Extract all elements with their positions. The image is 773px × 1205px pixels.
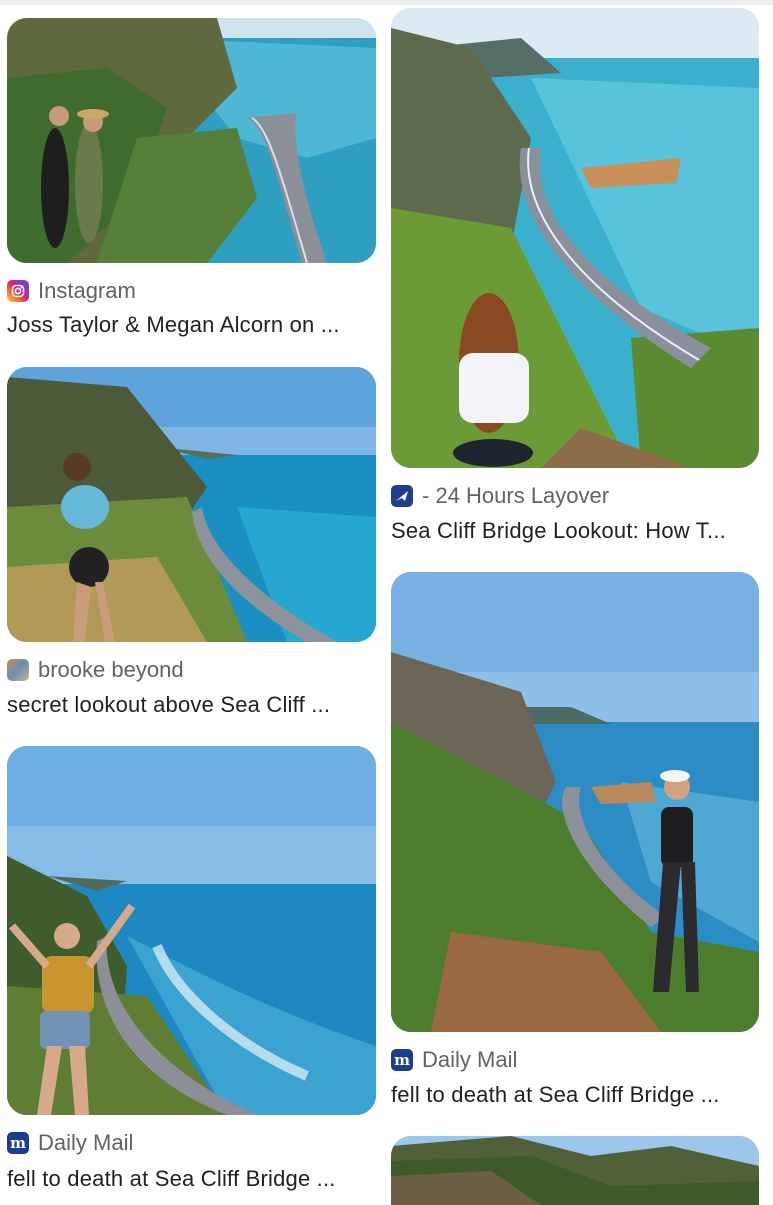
- result-title[interactable]: fell to death at Sea Cliff Bridge ...: [7, 1166, 376, 1192]
- result-title[interactable]: fell to death at Sea Cliff Bridge ...: [391, 1082, 759, 1108]
- brooke-beyond-avatar-icon: [7, 659, 29, 681]
- source-name: brooke beyond: [38, 657, 184, 682]
- image-result-card[interactable]: brooke beyond secret lookout above Sea C…: [7, 367, 376, 717]
- source-name: - 24 Hours Layover: [422, 483, 610, 508]
- result-title[interactable]: Joss Taylor & Megan Alcorn on ...: [7, 312, 376, 338]
- result-title[interactable]: secret lookout above Sea Cliff ...: [7, 692, 376, 718]
- image-result-card[interactable]: [391, 1136, 759, 1205]
- result-thumbnail[interactable]: [391, 1136, 759, 1205]
- result-thumbnail[interactable]: [7, 367, 376, 642]
- plane-icon: [391, 485, 413, 507]
- source-name: Instagram: [38, 278, 136, 303]
- result-source[interactable]: m Daily Mail: [7, 1130, 133, 1156]
- daily-mail-icon: m: [7, 1132, 29, 1154]
- top-divider: [0, 0, 773, 5]
- image-result-card[interactable]: m Daily Mail fell to death at Sea Cliff …: [7, 746, 376, 1191]
- daily-mail-icon: m: [391, 1049, 413, 1071]
- result-source[interactable]: - 24 Hours Layover: [391, 483, 609, 509]
- result-thumbnail[interactable]: [7, 18, 376, 263]
- result-thumbnail[interactable]: [7, 746, 376, 1115]
- result-title[interactable]: Sea Cliff Bridge Lookout: How T...: [391, 518, 759, 544]
- result-thumbnail[interactable]: [391, 572, 759, 1032]
- result-source[interactable]: m Daily Mail: [391, 1047, 517, 1073]
- source-name: Daily Mail: [38, 1130, 134, 1155]
- image-result-card[interactable]: m Daily Mail fell to death at Sea Cliff …: [391, 572, 759, 1107]
- result-source[interactable]: Instagram: [7, 278, 136, 304]
- result-source[interactable]: brooke beyond: [7, 657, 184, 683]
- source-name: Daily Mail: [422, 1047, 518, 1072]
- image-result-card[interactable]: Instagram Joss Taylor & Megan Alcorn on …: [7, 18, 376, 337]
- result-thumbnail[interactable]: [391, 8, 759, 468]
- image-result-card[interactable]: - 24 Hours Layover Sea Cliff Bridge Look…: [391, 8, 759, 543]
- instagram-icon: [7, 280, 29, 302]
